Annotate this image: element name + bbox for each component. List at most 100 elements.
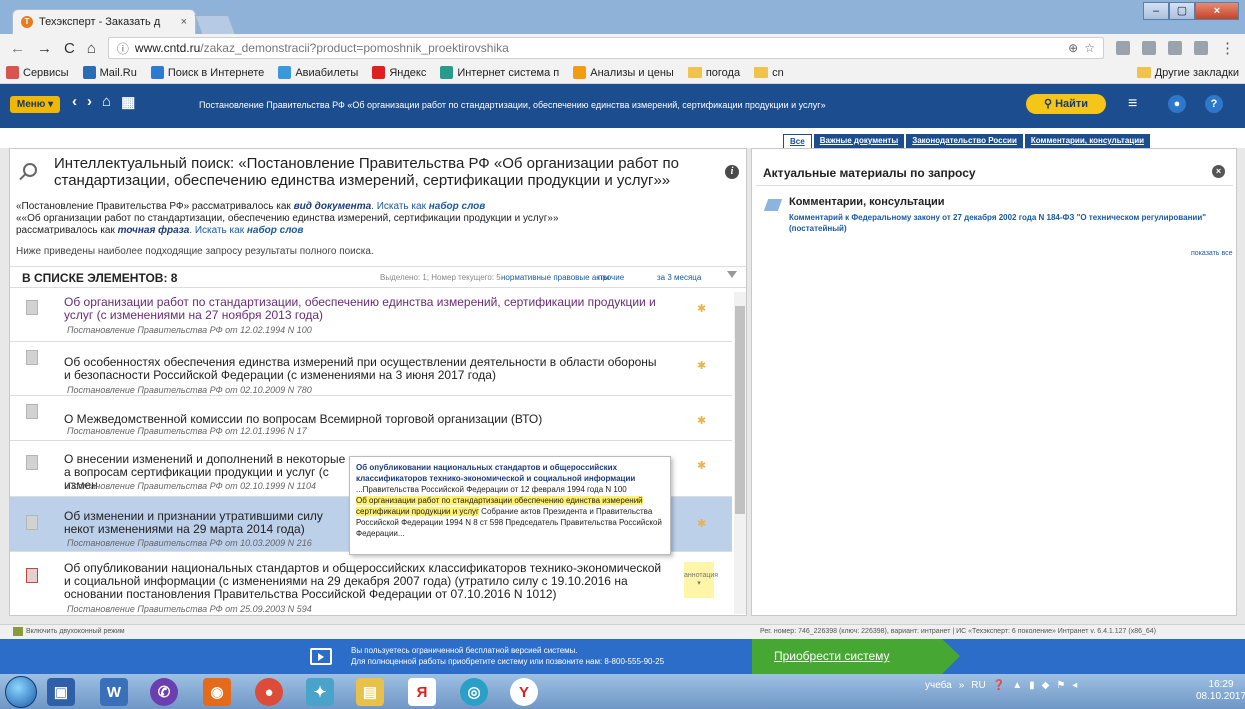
browser-menu-icon[interactable]: ⋮ [1220,39,1235,57]
item-title[interactable]: О Межведомственной комиссии по вопросам … [64,413,664,426]
tab-important[interactable]: Важные документы [813,134,905,148]
list-item[interactable]: О Межведомственной комиссии по вопросам … [10,396,732,441]
grid-icon[interactable]: ▦ [121,93,135,111]
minimize-button[interactable]: – [1143,2,1169,20]
filter-other[interactable]: прочие [598,273,624,282]
new-tab-button[interactable] [194,15,236,34]
bookmark-item[interactable]: Mail.Ru [82,66,137,79]
help-icon[interactable]: ? [1205,95,1223,113]
dual-window-icon[interactable] [13,627,23,636]
volume-icon[interactable]: ◂ [1072,680,1077,691]
word-icon[interactable]: W [100,678,128,706]
buy-system-button[interactable]: Приобрести систему [752,639,960,674]
document-icon [26,568,38,583]
mailru-icon [82,66,96,79]
bookmark-icon[interactable]: ✱ [697,302,706,315]
forward-icon[interactable]: › [87,93,92,111]
browser-icon[interactable]: ◎ [460,678,488,706]
info-icon[interactable]: ⓘ [117,40,129,57]
clock[interactable]: 16:29 08.10.2017 [1196,679,1245,703]
save-icon[interactable]: ▣ [47,678,75,706]
bookmark-icon[interactable]: ✱ [697,414,706,427]
bookmark-icon[interactable]: ✱ [697,359,706,372]
promo-line: Вы пользуетесь ограниченной бесплатной в… [351,646,578,655]
viber-icon[interactable]: ✆ [150,678,178,706]
tab-russian-law[interactable]: Законодательство России [906,134,1023,148]
filter-3-months[interactable]: за 3 месяца [657,273,701,282]
yandex-browser-icon[interactable]: Y [510,678,538,706]
search-as-words-link[interactable]: набор слов [247,225,304,236]
user-icon[interactable]: ● [1168,95,1186,113]
bookmark-item[interactable]: Авиабилеты [278,66,358,79]
app-icon[interactable]: ✦ [306,678,334,706]
extension-icon[interactable] [1116,41,1130,55]
hamburger-menu-icon[interactable]: ≡ [1128,95,1137,113]
flag-icon[interactable]: ⚑ [1056,680,1065,691]
media-player-icon[interactable]: ◉ [203,678,231,706]
item-title[interactable]: Об особенностях обеспечения единства изм… [64,356,664,382]
network-icon[interactable]: ▲ [1012,680,1022,691]
tab-close-icon[interactable]: × [181,16,187,28]
shield-icon[interactable]: ◆ [1042,680,1050,691]
item-title[interactable]: Об опубликовании национальных стандартов… [64,562,664,601]
tab-all[interactable]: Все [783,134,812,148]
filter-legal-acts[interactable]: нормативные правовые акты [501,273,609,282]
bookmark-item[interactable]: погода [687,67,740,79]
list-item[interactable]: Об опубликовании национальных стандартов… [10,552,732,614]
bookmark-icon[interactable]: ✱ [697,459,706,472]
reload-icon[interactable]: C [64,40,75,57]
annotation-button[interactable]: аннотация ▾ [684,562,718,598]
list-item[interactable]: Об организации работ по стандартизации, … [10,292,732,342]
extension-icon[interactable] [1142,41,1156,55]
url-input[interactable]: ⓘ www.cntd.ru/zakaz_demonstracii?product… [107,37,1104,59]
browser-tab[interactable]: Т Техэксперт - Заказать д × [12,9,196,34]
other-bookmarks[interactable]: Другие закладки [1136,67,1239,79]
close-icon[interactable]: × [1212,165,1225,178]
scrollbar-thumb[interactable] [735,306,745,514]
close-window-button[interactable]: × [1195,2,1239,20]
bookmark-item[interactable]: Интернет система п [440,66,559,79]
extension-icon[interactable] [1168,41,1182,55]
item-title[interactable]: Об организации работ по стандартизации, … [64,296,664,322]
list-item[interactable]: Об особенностях обеспечения единства изм… [10,342,732,396]
bookmark-item[interactable]: Анализы и цены [573,66,674,79]
bookmark-icon[interactable]: ✱ [697,517,706,530]
bookmark-star-icon[interactable]: ☆ [1084,41,1095,55]
find-button[interactable]: ⚲ Найти [1026,94,1106,114]
expand-icon[interactable]: » [959,680,965,691]
app-nav-icons: ‹ › ⌂ ▦ [72,93,135,111]
forward-arrow-icon[interactable]: → [37,40,52,57]
zoom-icon[interactable]: ⊕ [1068,41,1078,55]
yandex-icon[interactable]: Я [408,678,436,706]
extension-icon[interactable] [1194,41,1208,55]
item-title[interactable]: Об изменении и признании утратившими сил… [64,510,349,536]
search-as-words-link[interactable]: набор слов [429,201,486,212]
dual-window-toggle[interactable]: Включить двухоконный режим [26,628,125,635]
maximize-button[interactable]: ▢ [1169,2,1195,20]
help-icon[interactable]: ❓ [993,680,1005,691]
bookmark-item[interactable]: Яндекс [372,66,426,79]
bookmark-item[interactable]: Поиск в Интернете [150,66,264,79]
menu-button[interactable]: Меню ▾ [10,96,60,113]
language-indicator[interactable]: RU [971,680,985,691]
window-controls: – ▢ × [1143,2,1239,20]
filter-icon[interactable] [727,271,737,278]
bookmark-item[interactable]: cn [754,67,784,79]
home-icon[interactable]: ⌂ [102,93,111,111]
bookmark-label: cn [772,66,784,79]
start-button[interactable] [5,676,37,708]
tooltip-title: Об опубликовании национальных стандартов… [356,463,636,483]
related-document-link[interactable]: Комментарий к Федеральному закону от 27 … [789,212,1229,234]
chrome-icon[interactable]: ● [255,678,283,706]
tab-comments[interactable]: Комментарии, консультации [1024,134,1151,148]
bookmark-item[interactable]: Сервисы [6,66,69,79]
back-icon[interactable]: ‹ [72,93,77,111]
show-all-link[interactable]: показать все [1191,250,1233,257]
signal-icon[interactable]: ▮ [1029,680,1035,691]
back-arrow-icon[interactable]: ← [10,40,25,57]
info-icon[interactable]: i [725,165,739,179]
toolbar-label[interactable]: учеба [925,680,952,691]
home-icon[interactable]: ⌂ [87,40,96,57]
folder-icon[interactable]: ▤ [356,678,384,706]
item-source: Постановление Правительства РФ от 25.09.… [67,604,312,614]
